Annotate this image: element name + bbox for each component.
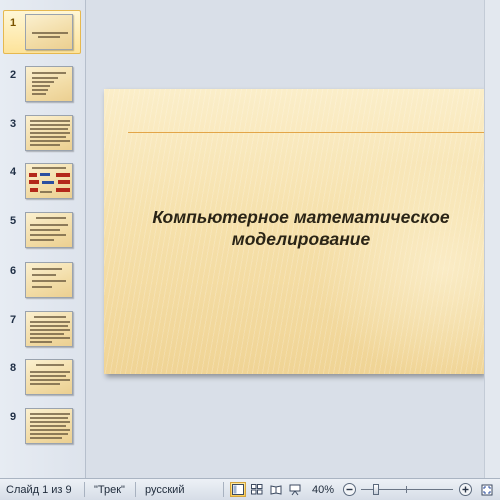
- zoom-out-button[interactable]: [343, 483, 356, 496]
- thumbnail-slide-6[interactable]: 6: [0, 260, 86, 304]
- thumbnail-preview: [25, 14, 73, 50]
- thumbnail-slide-2[interactable]: 2: [0, 64, 86, 108]
- fit-window-icon: [481, 484, 493, 495]
- current-slide[interactable]: Компьютерное математическое моделировани…: [104, 89, 484, 374]
- normal-view-icon: [232, 484, 244, 495]
- thumbnail-number: 1: [10, 17, 17, 29]
- slide-title-line-1: Компьютерное математическое: [152, 207, 450, 227]
- reading-view-button[interactable]: [268, 482, 284, 497]
- thumbnail-number: 7: [10, 314, 17, 326]
- zoom-slider-center-mark: [406, 486, 407, 493]
- slide-sorter-icon: [251, 484, 263, 495]
- slide-counter: Слайд 1 из 9: [6, 484, 72, 496]
- status-bar: Слайд 1 из 9 "Трек" русский 40%: [0, 478, 500, 500]
- thumbnail-preview: [25, 311, 73, 347]
- zoom-level[interactable]: 40%: [312, 484, 334, 496]
- thumbnail-number: 6: [10, 265, 17, 277]
- thumbnail-slide-4[interactable]: 4: [0, 161, 86, 205]
- thumbnail-slide-5[interactable]: 5: [0, 210, 86, 254]
- thumbnail-slide-1[interactable]: 1: [0, 10, 86, 56]
- thumbnail-number: 8: [10, 362, 17, 374]
- slide-title-line-2: моделирование: [231, 229, 371, 249]
- thumbnail-preview: [25, 212, 73, 248]
- thumbnail-preview: [25, 163, 73, 199]
- thumbnail-number: 4: [10, 166, 17, 178]
- thumbnail-number: 5: [10, 215, 17, 227]
- thumbnail-slide-7[interactable]: 7: [0, 309, 86, 353]
- slide-divider-line: [128, 132, 484, 133]
- slide-background-swoosh: [314, 159, 484, 374]
- normal-view-button[interactable]: [230, 482, 246, 497]
- zoom-slider-thumb[interactable]: [373, 484, 379, 495]
- thumbnail-preview: [25, 115, 73, 151]
- thumbnail-preview: [25, 66, 73, 102]
- thumbnail-number: 3: [10, 118, 17, 130]
- slide-show-button[interactable]: [287, 482, 303, 497]
- thumbnail-slide-8[interactable]: 8: [0, 357, 86, 401]
- language-indicator[interactable]: русский: [145, 484, 184, 496]
- fit-to-window-button[interactable]: [479, 482, 495, 497]
- slide-sorter-view-button[interactable]: [249, 482, 265, 497]
- vertical-scrollbar[interactable]: [484, 0, 500, 478]
- theme-name[interactable]: "Трек": [94, 484, 125, 496]
- thumbnail-slide-3[interactable]: 3: [0, 113, 86, 157]
- slide-show-icon: [289, 484, 301, 495]
- zoom-in-button[interactable]: [459, 483, 472, 496]
- plus-icon: [462, 486, 469, 493]
- reading-view-icon: [270, 485, 282, 495]
- slide-title[interactable]: Компьютерное математическое моделировани…: [118, 206, 484, 250]
- thumbnail-preview: [25, 262, 73, 298]
- thumbnail-number: 2: [10, 69, 17, 81]
- thumbnail-preview: [25, 408, 73, 444]
- thumbnail-pane: 1 2 3 4 5 6 7 8 9: [0, 0, 86, 478]
- thumbnail-preview: [25, 359, 73, 395]
- thumbnail-number: 9: [10, 411, 17, 423]
- thumbnail-slide-9[interactable]: 9: [0, 406, 86, 450]
- minus-icon: [346, 488, 353, 491]
